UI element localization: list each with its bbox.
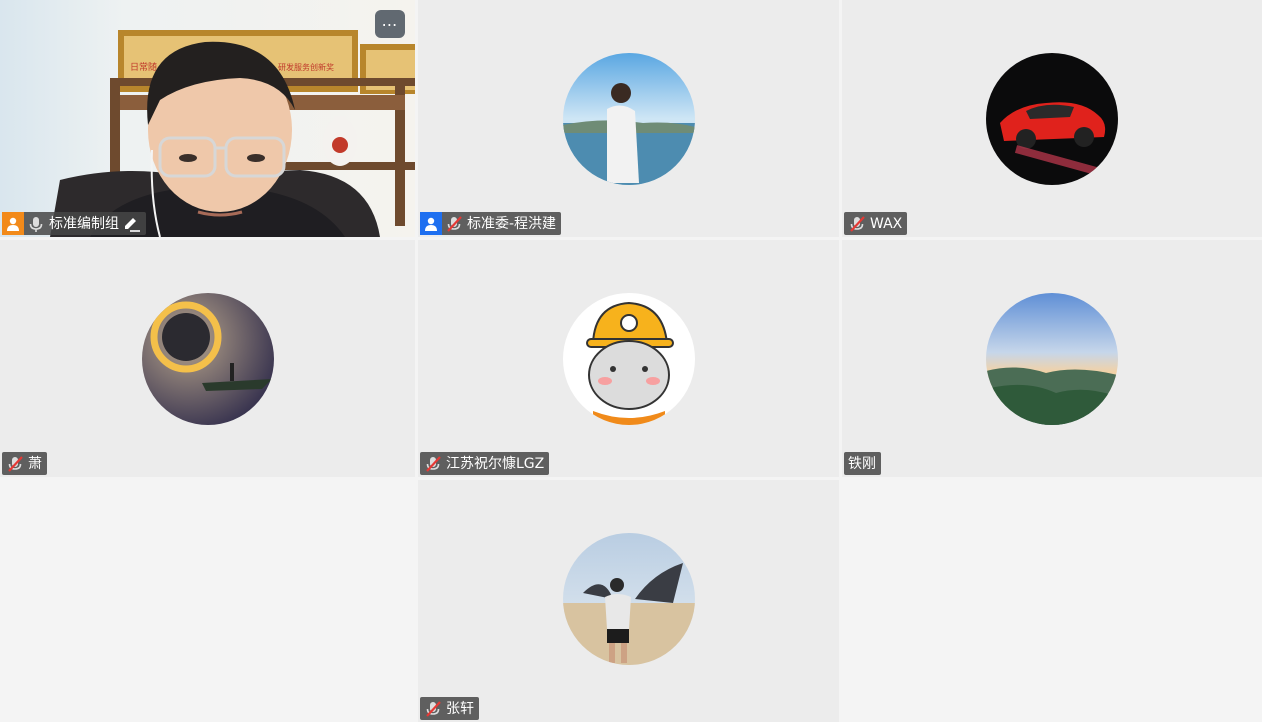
more-options-button[interactable]: ⋯ bbox=[375, 10, 405, 38]
participant-name: 萧 bbox=[28, 455, 42, 472]
participant-nametag: 标准委-程洪建 bbox=[420, 212, 562, 235]
certificate-text-right: 研发服务创新奖 bbox=[278, 62, 334, 72]
host-icon bbox=[2, 212, 24, 235]
participant-tile-video[interactable]: 日常随 研发服务创新奖 ⋯ 标准编制组 bbox=[0, 0, 415, 237]
microphone-muted-icon bbox=[447, 215, 462, 232]
participant-name: 铁刚 bbox=[848, 455, 876, 472]
cohost-icon bbox=[420, 212, 442, 235]
avatar bbox=[562, 293, 695, 425]
microphone-muted-icon bbox=[850, 215, 865, 232]
microphone-muted-icon bbox=[426, 700, 441, 717]
participant-tile[interactable]: WAX bbox=[842, 0, 1262, 237]
edit-pencil-icon bbox=[125, 217, 140, 232]
participant-nametag: WAX bbox=[844, 212, 908, 235]
participant-video: 日常随 研发服务创新奖 bbox=[0, 0, 415, 237]
participant-name: 标准编制组 bbox=[49, 215, 119, 232]
participant-name: 张轩 bbox=[446, 700, 474, 717]
microphone-icon bbox=[29, 216, 43, 232]
participant-tile[interactable]: 铁刚 bbox=[842, 240, 1262, 477]
avatar bbox=[986, 293, 1118, 425]
microphone-muted-icon bbox=[8, 455, 23, 472]
empty-tile bbox=[842, 480, 1262, 722]
participant-tile[interactable]: 江苏祝尔慷LGZ bbox=[418, 240, 839, 477]
avatar bbox=[986, 53, 1118, 185]
video-grid: 日常随 研发服务创新奖 ⋯ 标准编制组 标准委-程洪建 WAX 萧 江苏祝尔慷L… bbox=[0, 0, 1262, 722]
participant-name: 标准委-程洪建 bbox=[467, 215, 557, 232]
avatar bbox=[562, 53, 695, 185]
participant-tile[interactable]: 标准委-程洪建 bbox=[418, 0, 839, 237]
avatar bbox=[562, 533, 695, 665]
participant-nametag: 铁刚 bbox=[844, 452, 881, 475]
participant-nametag: 标准编制组 bbox=[2, 212, 146, 235]
participant-nametag: 萧 bbox=[2, 452, 47, 475]
participant-tile[interactable]: 萧 bbox=[0, 240, 415, 477]
empty-tile bbox=[0, 480, 415, 722]
participant-name: 江苏祝尔慷LGZ bbox=[446, 455, 545, 472]
participant-nametag: 江苏祝尔慷LGZ bbox=[420, 452, 550, 475]
avatar bbox=[141, 293, 274, 425]
participant-name: WAX bbox=[870, 215, 903, 232]
participant-tile[interactable]: 张轩 bbox=[418, 480, 839, 722]
participant-nametag: 张轩 bbox=[420, 697, 479, 720]
microphone-muted-icon bbox=[426, 455, 441, 472]
certificate-text-left: 日常随 bbox=[130, 61, 157, 73]
